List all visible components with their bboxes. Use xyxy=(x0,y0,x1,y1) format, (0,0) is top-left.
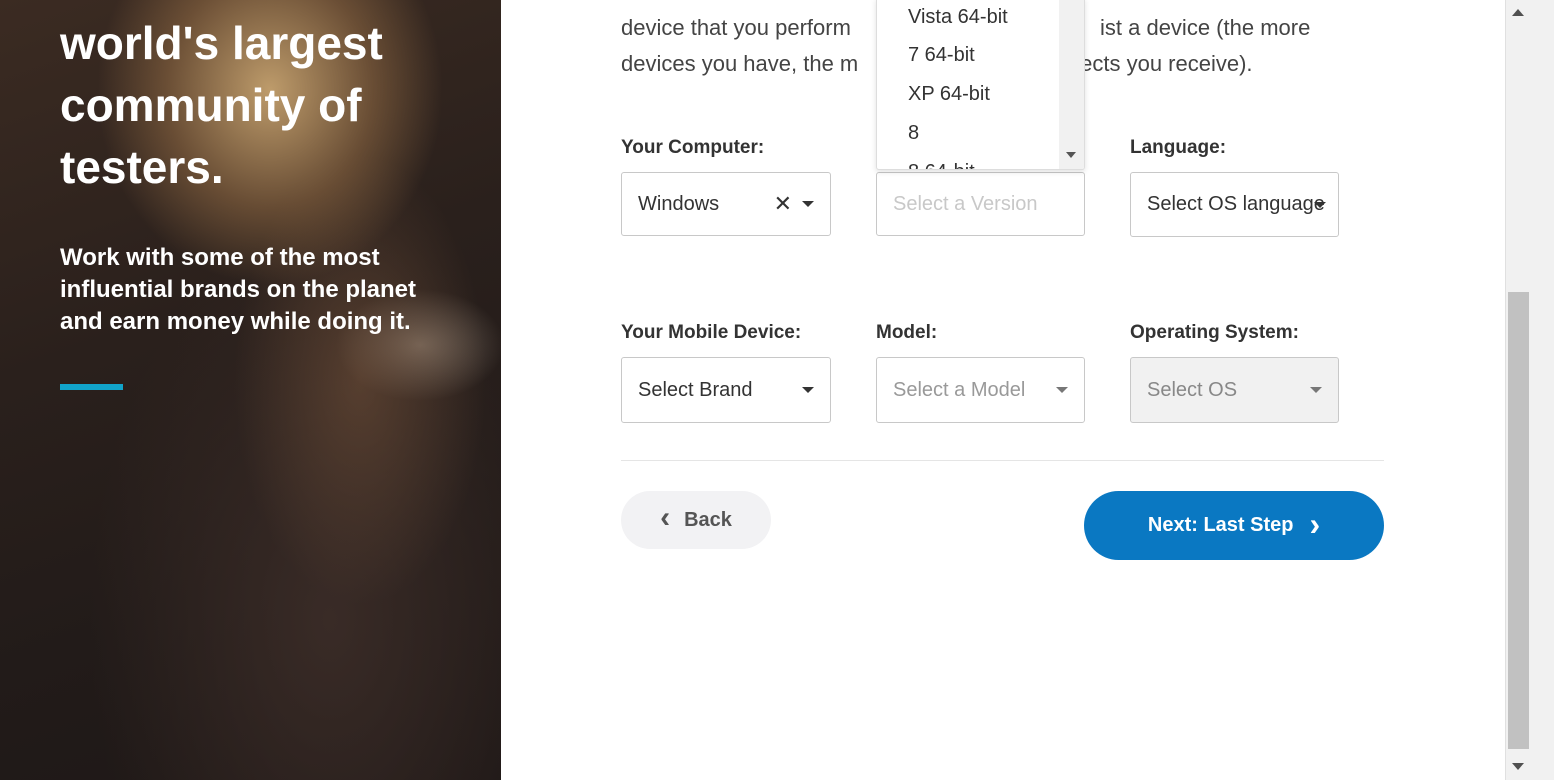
hero-panel: world's largest community of testers. Wo… xyxy=(0,0,501,780)
chevron-left-icon: ‹ xyxy=(660,501,671,534)
version-select[interactable]: Select a Version xyxy=(876,172,1085,236)
model-label: Model: xyxy=(876,322,938,343)
intro-line-2-start: devices you have, the m xyxy=(621,51,859,76)
language-select-placeholder: Select OS language xyxy=(1147,193,1325,215)
caret-down-icon[interactable] xyxy=(802,387,814,393)
close-icon[interactable]: ✕ xyxy=(774,193,792,215)
caret-down-icon[interactable] xyxy=(1314,201,1326,208)
caret-down-icon[interactable] xyxy=(1310,387,1322,393)
next-button[interactable]: Next: Last Step › xyxy=(1084,491,1384,560)
os-label: Operating System: xyxy=(1130,322,1299,343)
model-select[interactable]: Select a Model xyxy=(876,357,1085,423)
divider xyxy=(621,460,1384,461)
scroll-up-icon[interactable] xyxy=(1512,9,1524,16)
back-button-label: Back xyxy=(684,508,732,531)
hero-headline: world's largest community of testers. xyxy=(60,17,383,193)
dropdown-scrollbar[interactable] xyxy=(1059,0,1084,169)
page-scrollbar[interactable] xyxy=(1505,0,1554,780)
computer-select-value: Windows xyxy=(638,192,720,215)
caret-down-icon[interactable] xyxy=(802,201,814,207)
os-select-placeholder: Select OS xyxy=(1147,378,1238,401)
next-button-label: Next: Last Step xyxy=(1147,514,1294,536)
back-button[interactable]: ‹ Back xyxy=(621,491,771,549)
version-option[interactable]: Vista 64-bit xyxy=(877,0,1061,36)
version-select-placeholder: Select a Version xyxy=(893,192,1038,215)
mobile-device-label: Your Mobile Device: xyxy=(621,322,802,343)
hero-subtext: Work with some of the most influential b… xyxy=(60,244,417,335)
computer-select[interactable]: Windows ✕ xyxy=(621,172,831,236)
computer-label: Your Computer: xyxy=(621,137,765,158)
version-option[interactable]: XP 64-bit xyxy=(877,75,1061,114)
version-dropdown[interactable]: Vista 64-bit 7 64-bit XP 64-bit 8 8 64-b… xyxy=(876,0,1085,170)
chevron-right-icon: › xyxy=(1309,505,1321,542)
version-option[interactable]: 8 xyxy=(877,114,1061,153)
intro-line-2-end: ojects you receive). xyxy=(1063,51,1253,76)
version-option[interactable]: 7 64-bit xyxy=(877,36,1061,75)
caret-down-icon[interactable] xyxy=(1056,387,1068,393)
version-option[interactable]: 8 64-bit xyxy=(877,153,1061,169)
scroll-down-icon[interactable] xyxy=(1512,763,1524,770)
brand-select-placeholder: Select Brand xyxy=(638,378,753,401)
os-select[interactable]: Select OS xyxy=(1130,357,1339,423)
intro-line-1-start: device that you perform xyxy=(621,15,851,40)
scrollbar-thumb[interactable] xyxy=(1508,292,1529,749)
language-label: Language: xyxy=(1130,137,1227,158)
brand-select[interactable]: Select Brand xyxy=(621,357,831,423)
model-select-placeholder: Select a Model xyxy=(893,378,1026,401)
intro-line-1-end: ist a device (the more xyxy=(1100,15,1311,40)
version-options-list: Vista 64-bit 7 64-bit XP 64-bit 8 8 64-b… xyxy=(877,0,1061,170)
accent-bar xyxy=(60,384,123,390)
scroll-down-icon[interactable] xyxy=(1066,152,1076,158)
language-select[interactable]: Select OS language xyxy=(1130,172,1339,237)
